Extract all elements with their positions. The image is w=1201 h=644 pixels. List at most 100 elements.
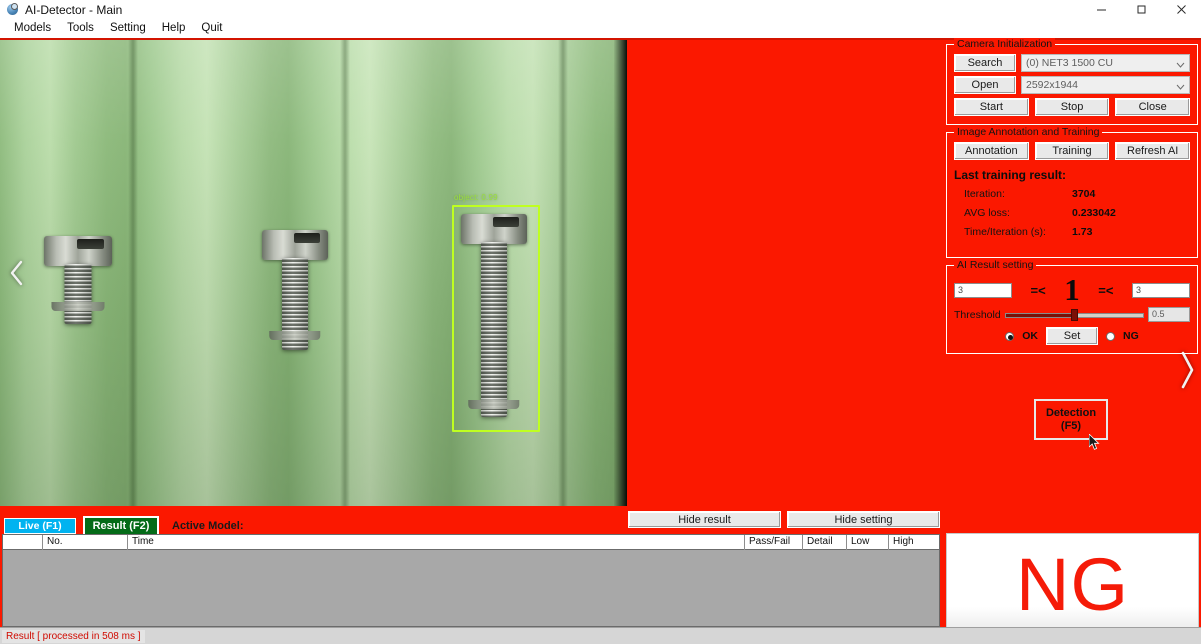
menu-item-help[interactable]: Help — [154, 20, 194, 36]
start-button[interactable]: Start — [954, 98, 1029, 116]
live-button[interactable]: Live (F1) — [4, 518, 76, 534]
surface-groove — [340, 40, 350, 506]
result-button[interactable]: Result (F2) — [83, 516, 159, 536]
high-limit-input[interactable]: 3 — [1132, 282, 1190, 298]
training-avgloss-row: AVG loss: 0.233042 — [954, 207, 1190, 219]
ai-result-range-row: 3 =< 1 =< 3 — [954, 272, 1190, 307]
training-button[interactable]: Training — [1034, 142, 1110, 160]
window-title: AI-Detector - Main — [25, 2, 123, 17]
iteration-value: 3704 — [1072, 188, 1096, 200]
stop-button[interactable]: Stop — [1034, 98, 1110, 116]
annotation-group-title: Image Annotation and Training — [954, 126, 1103, 138]
title-bar: AI-Detector - Main — [0, 0, 1201, 19]
time-per-iteration-label: Time/Iteration (s): — [964, 226, 1046, 238]
threshold-slider[interactable] — [1004, 308, 1144, 322]
detection-label: object: 0.99 — [454, 193, 498, 202]
camera-resolution-value: 2592x1944 — [1026, 79, 1078, 91]
image-annotation-training-group: Image Annotation and Training Annotation… — [946, 126, 1198, 258]
surface-groove — [558, 40, 568, 506]
table-col-low: Low — [847, 535, 889, 550]
window-controls — [1081, 0, 1201, 19]
refresh-ai-button[interactable]: Refresh AI — [1115, 142, 1191, 160]
ng-radio[interactable] — [1106, 331, 1115, 341]
hide-setting-button[interactable]: Hide setting — [787, 511, 940, 528]
threshold-value-input[interactable]: 0.5 — [1148, 307, 1190, 322]
menu-item-quit[interactable]: Quit — [193, 20, 230, 36]
chevron-down-icon — [1176, 81, 1185, 93]
table-col-high: High — [893, 536, 914, 547]
set-button[interactable]: Set — [1046, 327, 1098, 345]
close-button[interactable]: Close — [1115, 98, 1191, 116]
app-icon — [6, 3, 19, 16]
operator-right: =< — [1098, 282, 1114, 298]
table-col-time: Time — [128, 535, 745, 550]
app-body: object: 0.99 Camera Initialization Searc… — [0, 38, 1201, 644]
results-table[interactable]: No. Time Pass/Fail Detail Low High — [2, 534, 940, 627]
detection-bounding-box — [452, 205, 540, 432]
ok-radio[interactable] — [1005, 331, 1015, 341]
status-text: Result [ processed in 508 ms ] — [2, 629, 145, 643]
training-iteration-row: Iteration: 3704 — [954, 188, 1190, 200]
camera-control-row: Start Stop Close — [954, 98, 1191, 116]
menu-item-tools[interactable]: Tools — [59, 20, 102, 36]
bolt-object — [262, 230, 328, 350]
table-col-detail: Detail — [803, 535, 847, 550]
active-model-label: Active Model: — [172, 520, 244, 532]
slider-fill — [1005, 313, 1076, 317]
ai-result-group-title: AI Result setting — [954, 259, 1037, 271]
camera-group-title: Camera Initialization — [954, 38, 1056, 50]
annotation-button[interactable]: Annotation — [954, 142, 1029, 160]
operator-left: =< — [1030, 282, 1046, 298]
annotation-button-row: Annotation Training Refresh AI — [954, 142, 1191, 160]
mouse-cursor-icon — [1088, 433, 1101, 452]
settings-column: Camera Initialization Search (0) NET3 15… — [946, 38, 1198, 361]
ng-label: NG — [1123, 330, 1139, 342]
ok-ng-row: OK Set NG — [954, 327, 1190, 345]
menu-item-setting[interactable]: Setting — [102, 20, 154, 36]
camera-device-select[interactable]: (0) NET3 1500 CU — [1021, 54, 1190, 72]
bolt-object — [44, 236, 112, 324]
table-col-no: No. — [43, 535, 128, 550]
training-time-row: Time/Iteration (s): 1.73 — [954, 226, 1190, 238]
detection-button-line2: (F5) — [1060, 419, 1082, 432]
iteration-label: Iteration: — [964, 188, 1005, 200]
slider-thumb[interactable] — [1071, 308, 1079, 321]
menu-item-models[interactable]: Models — [6, 20, 59, 36]
low-limit-input[interactable]: 3 — [954, 282, 1012, 298]
camera-initialization-group: Camera Initialization Search (0) NET3 15… — [946, 38, 1198, 125]
last-training-result-title: Last training result: — [954, 168, 1067, 182]
camera-resolution-row: Open 2592x1944 — [954, 76, 1190, 94]
camera-device-value: (0) NET3 1500 CU — [1026, 57, 1113, 69]
camera-device-row: Search (0) NET3 1500 CU — [954, 54, 1190, 72]
threshold-label: Threshold — [954, 308, 1001, 321]
table-col-passfail: Pass/Fail — [745, 535, 803, 550]
image-edge-shadow — [614, 40, 627, 506]
menu-bar: Models Tools Setting Help Quit — [0, 19, 1201, 38]
ok-label: OK — [1022, 330, 1038, 342]
table-header-row: No. Time Pass/Fail Detail Low High — [3, 535, 939, 550]
threshold-row: Threshold 0.5 — [954, 307, 1190, 322]
close-icon[interactable] — [1161, 0, 1201, 19]
verdict-text: NG — [1016, 542, 1129, 626]
time-per-iteration-value: 1.73 — [1072, 226, 1093, 238]
ai-result-setting-group: AI Result setting 3 =< 1 =< 3 Threshold … — [946, 259, 1198, 354]
chevron-down-icon — [1176, 59, 1185, 71]
maximize-icon[interactable] — [1121, 0, 1161, 19]
status-bar: Result [ processed in 508 ms ] — [0, 627, 1201, 644]
hide-result-button[interactable]: Hide result — [628, 511, 781, 528]
avg-loss-value: 0.233042 — [1072, 207, 1116, 219]
minimize-icon[interactable] — [1081, 0, 1121, 19]
open-button[interactable]: Open — [954, 76, 1016, 94]
chevron-left-icon[interactable] — [6, 256, 28, 290]
verdict-panel: NG — [946, 533, 1199, 636]
camera-resolution-select[interactable]: 2592x1944 — [1021, 76, 1190, 94]
last-training-result: Last training result: Iteration: 3704 AV… — [954, 168, 1190, 238]
camera-image-view[interactable]: object: 0.99 — [0, 40, 627, 506]
search-button[interactable]: Search — [954, 54, 1016, 72]
table-col-select — [3, 535, 43, 550]
table-body — [3, 550, 939, 626]
detected-count: 1 — [1064, 272, 1080, 307]
detection-button-line1: Detection — [1045, 406, 1097, 419]
surface-groove — [128, 40, 138, 506]
avg-loss-label: AVG loss: — [964, 207, 1010, 219]
